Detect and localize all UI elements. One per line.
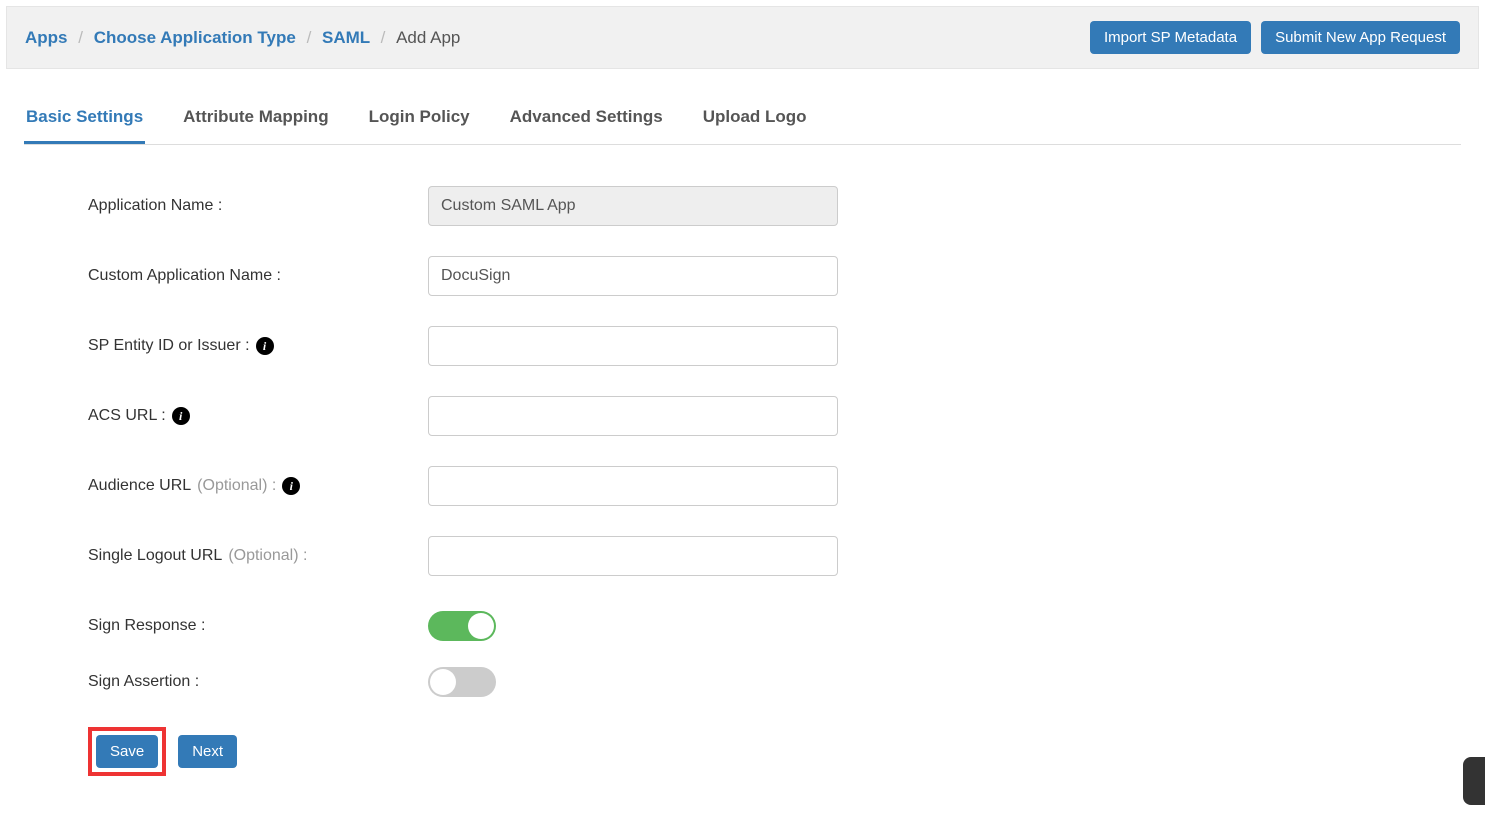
top-actions: Import SP Metadata Submit New App Reques… [1090,21,1460,54]
breadcrumb: Apps / Choose Application Type / SAML / … [25,28,460,48]
form-actions: Save Next [88,727,1461,776]
tabs: Basic Settings Attribute Mapping Login P… [24,89,1461,145]
single-logout-url-label: Single Logout URL (Optional) : [88,547,428,565]
help-widget[interactable] [1463,757,1485,805]
sp-entity-id-input[interactable] [428,326,838,366]
row-single-logout-url: Single Logout URL (Optional) : [88,535,924,577]
acs-url-label-text: ACS URL : [88,407,166,425]
breadcrumb-separator: / [78,28,83,47]
import-sp-metadata-button[interactable]: Import SP Metadata [1090,21,1251,54]
row-acs-url: ACS URL : i [88,395,924,437]
breadcrumb-link-saml[interactable]: SAML [322,28,370,47]
tab-login-policy[interactable]: Login Policy [367,89,472,144]
optional-text: (Optional) : [197,477,276,495]
top-bar: Apps / Choose Application Type / SAML / … [6,6,1479,69]
application-name-label: Application Name : [88,197,428,215]
next-button[interactable]: Next [178,735,237,768]
tab-upload-logo[interactable]: Upload Logo [701,89,809,144]
single-logout-url-label-text: Single Logout URL [88,547,222,565]
toggle-knob [430,669,456,695]
breadcrumb-separator: / [381,28,386,47]
breadcrumb-link-apps[interactable]: Apps [25,28,68,47]
acs-url-label: ACS URL : i [88,407,428,425]
info-icon[interactable]: i [282,477,300,495]
row-sp-entity-id: SP Entity ID or Issuer : i [88,325,924,367]
row-custom-application-name: Custom Application Name : [88,255,924,297]
sp-entity-id-label-text: SP Entity ID or Issuer : [88,337,250,355]
save-highlight-box: Save [88,727,166,776]
sign-response-toggle[interactable] [428,611,496,641]
row-application-name: Application Name : [88,185,924,227]
sp-entity-id-label: SP Entity ID or Issuer : i [88,337,428,355]
save-button[interactable]: Save [96,735,158,768]
basic-settings-form: Application Name : Custom Application Na… [24,185,924,703]
breadcrumb-separator: / [307,28,312,47]
info-icon[interactable]: i [172,407,190,425]
tab-basic-settings[interactable]: Basic Settings [24,89,145,144]
sign-response-label: Sign Response : [88,617,428,635]
custom-application-name-label: Custom Application Name : [88,267,428,285]
custom-application-name-input[interactable] [428,256,838,296]
audience-url-label: Audience URL (Optional) : i [88,477,428,495]
sign-assertion-label: Sign Assertion : [88,673,428,691]
row-audience-url: Audience URL (Optional) : i [88,465,924,507]
info-icon[interactable]: i [256,337,274,355]
audience-url-label-text: Audience URL [88,477,191,495]
content-panel: Basic Settings Attribute Mapping Login P… [6,69,1479,816]
acs-url-input[interactable] [428,396,838,436]
audience-url-input[interactable] [428,466,838,506]
application-name-input [428,186,838,226]
breadcrumb-link-choose-app-type[interactable]: Choose Application Type [94,28,296,47]
breadcrumb-current: Add App [396,28,460,47]
tab-advanced-settings[interactable]: Advanced Settings [508,89,665,144]
row-sign-assertion: Sign Assertion : [88,661,924,703]
optional-text: (Optional) : [228,547,307,565]
tab-attribute-mapping[interactable]: Attribute Mapping [181,89,330,144]
row-sign-response: Sign Response : [88,605,924,647]
toggle-knob [468,613,494,639]
sign-assertion-toggle[interactable] [428,667,496,697]
single-logout-url-input[interactable] [428,536,838,576]
submit-new-app-request-button[interactable]: Submit New App Request [1261,21,1460,54]
